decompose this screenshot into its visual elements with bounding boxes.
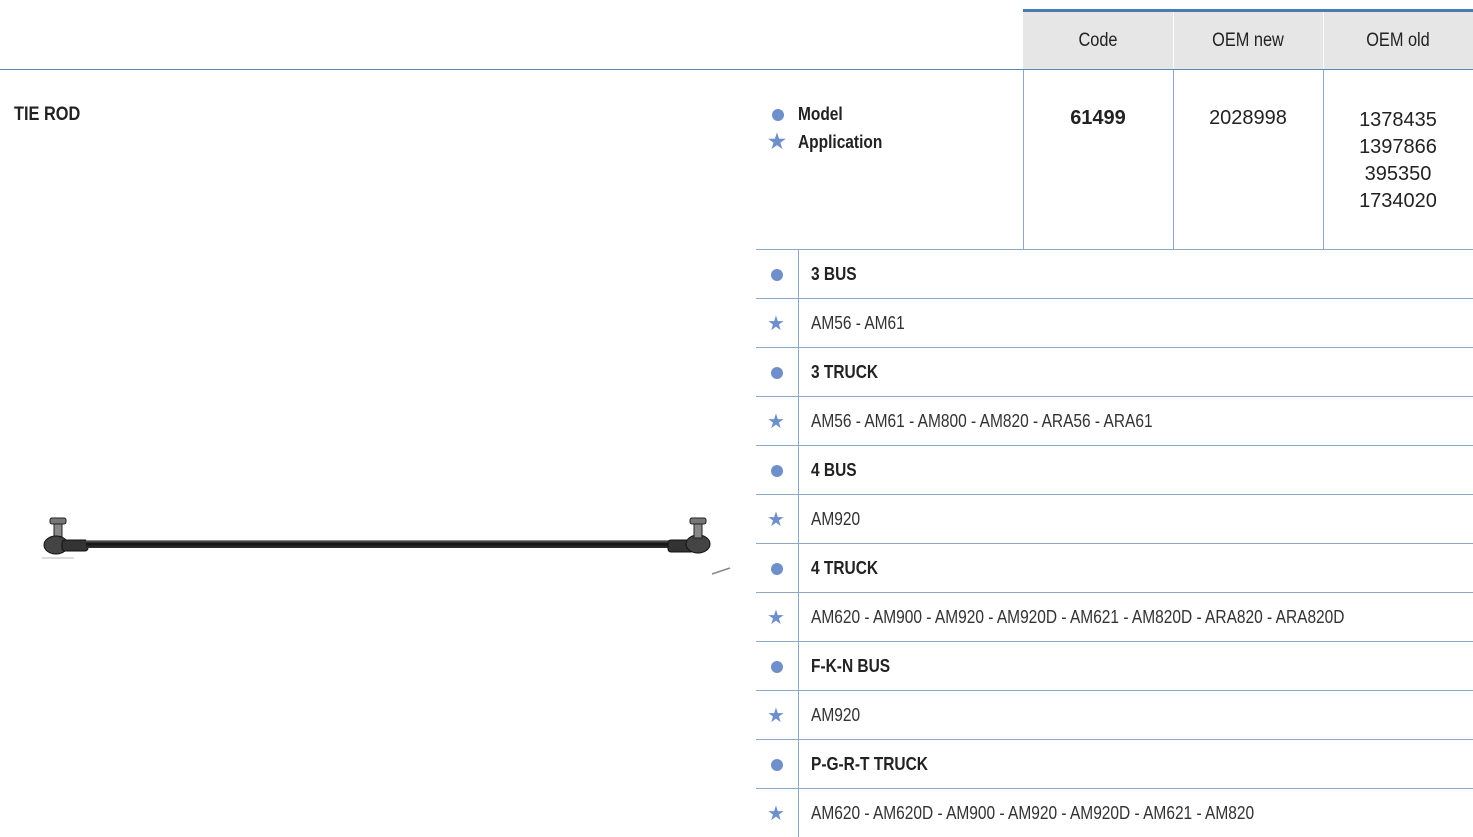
application-list: AM56 - AM61 - AM800 - AM820 - ARA56 - AR…	[811, 411, 1153, 431]
dot-icon	[771, 465, 783, 477]
product-title: TIE ROD	[14, 104, 81, 125]
star-icon: ★	[767, 607, 785, 629]
table-row: 4 BUS	[756, 445, 1473, 494]
header-divider	[1323, 12, 1324, 69]
column-header-oem-new: OEM new	[1212, 30, 1284, 51]
tie-rod-photo	[42, 517, 731, 575]
oem-old-values: 1378435 1397866 395350 1734020	[1323, 107, 1473, 215]
dot-icon	[771, 759, 783, 771]
application-list: AM620 - AM620D - AM900 - AM920 - AM920D …	[811, 803, 1255, 823]
star-icon: ★	[767, 313, 785, 335]
application-list: AM920	[811, 509, 861, 529]
table-row: ★ AM920	[756, 494, 1473, 543]
dot-icon	[772, 109, 784, 121]
oem-old-value: 1734020	[1359, 190, 1437, 212]
table-row: ★ AM620 - AM900 - AM920 - AM920D - AM621…	[756, 592, 1473, 641]
oem-new-value: 2028998	[1209, 107, 1287, 129]
application-list: AM56 - AM61	[811, 313, 905, 333]
dot-icon	[771, 661, 783, 673]
table-row: ★ AM620 - AM620D - AM900 - AM920 - AM920…	[756, 788, 1473, 837]
header-rule	[0, 69, 1473, 70]
model-name: P-G-R-T TRUCK	[811, 754, 928, 774]
oem-old-value: 395350	[1364, 163, 1432, 185]
star-icon: ★	[767, 411, 785, 433]
oem-old-value: 1397866	[1359, 136, 1437, 158]
star-icon: ★	[767, 705, 785, 727]
column-header-oem-old: OEM old	[1366, 30, 1430, 51]
product-code: 61499	[1070, 107, 1126, 129]
model-name: F-K-N BUS	[811, 656, 891, 676]
star-icon: ★	[767, 803, 785, 825]
header-divider	[1173, 12, 1174, 69]
dot-icon	[771, 269, 783, 281]
application-table: 3 BUS ★ AM56 - AM61 3 TRUCK ★ AM56 - AM6…	[756, 249, 1473, 837]
table-row: 3 BUS	[756, 249, 1473, 298]
table-row: 4 TRUCK	[756, 543, 1473, 592]
table-row: F-K-N BUS	[756, 641, 1473, 690]
table-row: ★ AM920	[756, 690, 1473, 739]
column-divider	[1023, 70, 1024, 249]
oem-old-value: 1378435	[1359, 109, 1437, 131]
model-name: 4 TRUCK	[811, 558, 879, 578]
column-divider	[1173, 70, 1174, 249]
dot-icon	[771, 563, 783, 575]
model-name: 3 BUS	[811, 264, 857, 284]
table-row: P-G-R-T TRUCK	[756, 739, 1473, 788]
model-name: 3 TRUCK	[811, 362, 879, 382]
application-list: AM920	[811, 705, 861, 725]
star-icon: ★	[767, 509, 785, 531]
table-row: 3 TRUCK	[756, 347, 1473, 396]
dot-icon	[771, 367, 783, 379]
application-list: AM620 - AM900 - AM920 - AM920D - AM621 -…	[811, 607, 1345, 627]
model-name: 4 BUS	[811, 460, 857, 480]
table-row: ★ AM56 - AM61	[756, 298, 1473, 347]
table-row: ★ AM56 - AM61 - AM800 - AM820 - ARA56 - …	[756, 396, 1473, 445]
column-header-code: Code	[1078, 30, 1118, 51]
star-icon: ★	[768, 131, 786, 153]
